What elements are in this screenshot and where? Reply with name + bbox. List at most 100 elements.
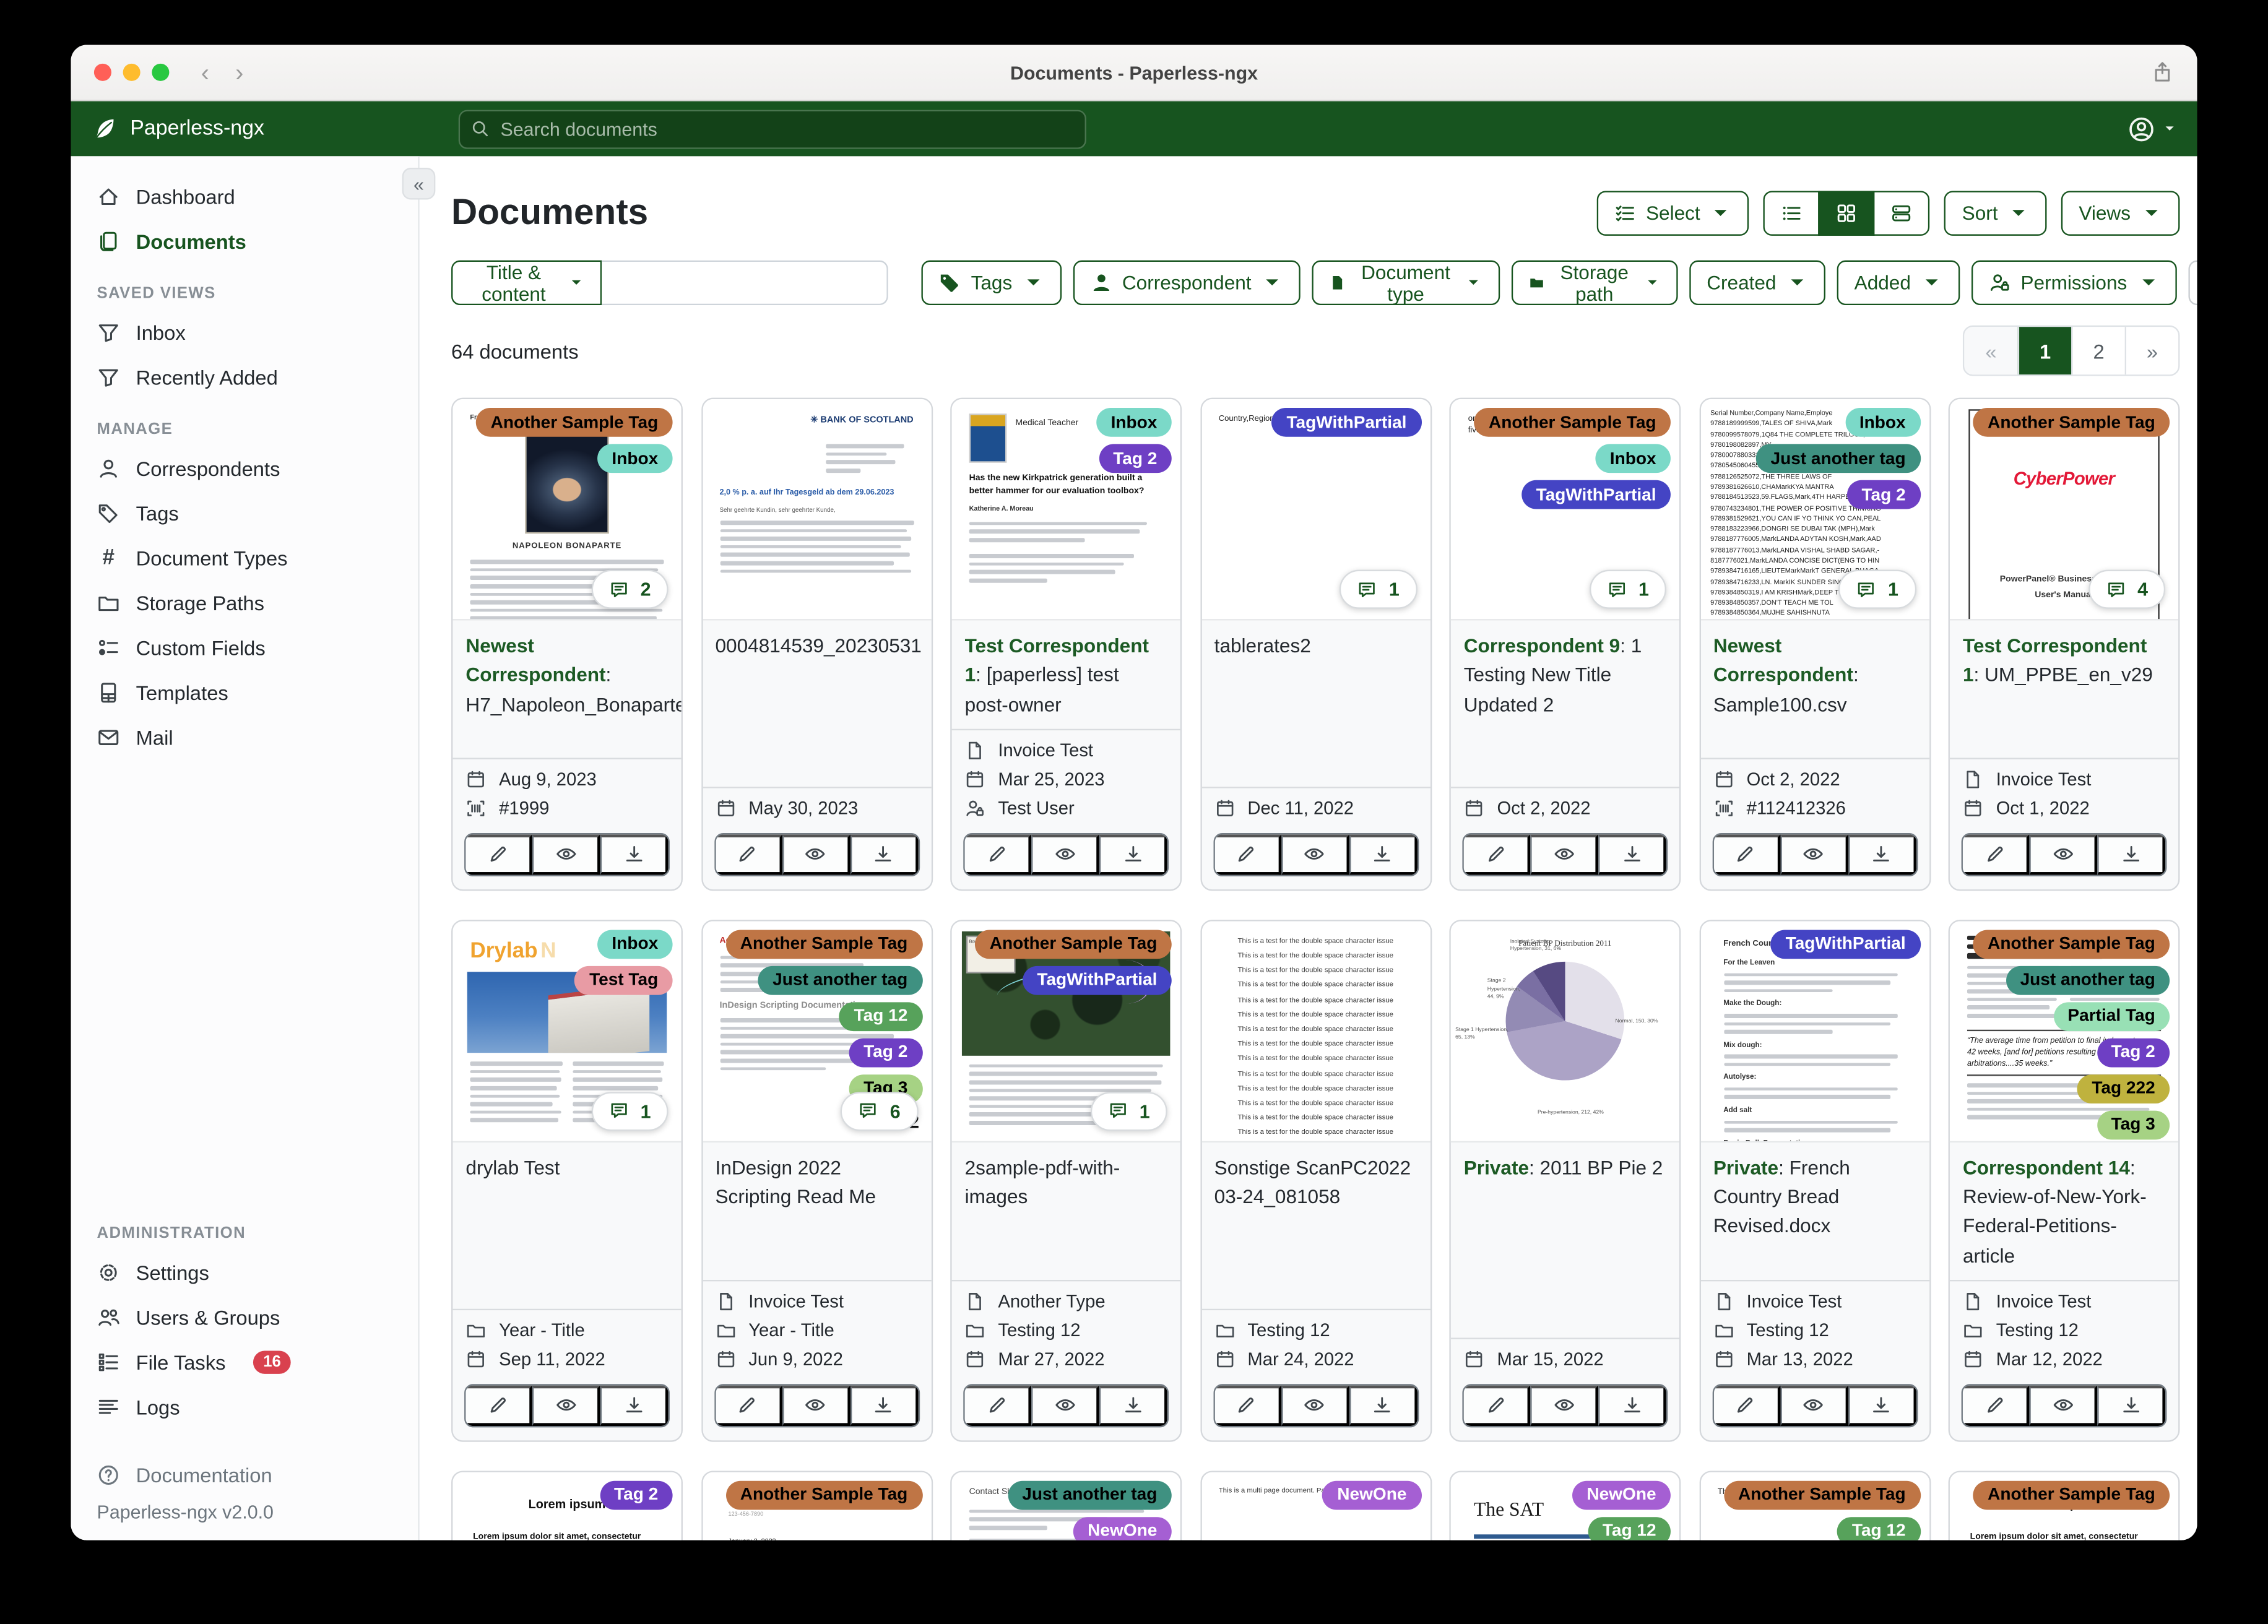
filter-created-button[interactable]: Created — [1689, 260, 1825, 306]
filter-added-button[interactable]: Added — [1837, 260, 1960, 306]
view-document-button[interactable] — [782, 834, 850, 875]
tag-pill[interactable]: Another Sample Tag — [725, 1480, 922, 1510]
document-title[interactable]: drylab Test — [452, 1142, 681, 1308]
download-document-button[interactable] — [849, 1385, 918, 1426]
download-document-button[interactable] — [1848, 1385, 1916, 1426]
tag-pill[interactable]: Tag 2 — [1098, 444, 1172, 473]
pagination-next[interactable]: » — [2124, 327, 2178, 375]
edit-document-button[interactable] — [1214, 1385, 1281, 1426]
sidebar-item-document-types[interactable]: # Document Types — [71, 535, 418, 580]
tag-pill[interactable]: Tag 12 — [1588, 1516, 1671, 1540]
filter-document-type-button[interactable]: Document type — [1312, 260, 1500, 306]
tag-pill[interactable]: Just another tag — [758, 965, 922, 995]
correspondent-name[interactable]: Test Correspondent 1 — [965, 635, 1149, 686]
tag-pill[interactable]: NewOne — [1572, 1480, 1671, 1510]
edit-document-button[interactable] — [964, 1385, 1032, 1426]
download-document-button[interactable] — [1598, 1385, 1666, 1426]
comment-count-badge[interactable]: 6 — [841, 1091, 918, 1131]
edit-document-button[interactable] — [715, 1385, 782, 1426]
view-document-button[interactable] — [532, 834, 600, 875]
browser-back-button[interactable]: ‹ — [201, 60, 209, 85]
brand[interactable]: Paperless-ngx — [91, 116, 264, 142]
document-thumbnail[interactable]: CyberPower PowerPanel® Business Edition Us… — [1949, 399, 2179, 621]
tag-pill[interactable]: NewOne — [1322, 1480, 1421, 1510]
correspondent-name[interactable]: Newest Correspondent — [465, 635, 605, 686]
edit-document-button[interactable] — [465, 1385, 532, 1426]
download-document-button[interactable] — [2097, 1385, 2166, 1426]
tag-pill[interactable]: Just another tag — [1007, 1480, 1172, 1510]
document-title[interactable]: Private: 2011 BP Pie 2 — [1451, 1142, 1679, 1337]
edit-document-button[interactable] — [715, 834, 782, 875]
tag-pill[interactable]: Tag 12 — [839, 1001, 922, 1031]
download-document-button[interactable] — [1099, 1385, 1167, 1426]
tag-pill[interactable]: Another Sample Tag — [476, 407, 673, 437]
tag-pill[interactable]: Tag 12 — [1837, 1516, 1921, 1540]
comment-count-badge[interactable]: 1 — [1090, 1091, 1167, 1131]
document-title[interactable]: Correspondent 14: Review-of-New-York-Fed… — [1950, 1142, 2178, 1279]
filter-storage-path-button[interactable]: Storage path — [1511, 260, 1678, 306]
tag-pill[interactable]: Inbox — [597, 929, 673, 959]
view-document-button[interactable] — [782, 1385, 850, 1426]
correspondent-name[interactable]: Private — [1464, 1157, 1529, 1178]
sidebar-item-custom-fields[interactable]: Custom Fields — [71, 624, 418, 669]
view-document-button[interactable] — [1031, 834, 1099, 875]
document-thumbnail[interactable]: Patient BP Distribution 2011 Isolated Sys… — [1450, 920, 1679, 1142]
sidebar-item-settings[interactable]: Settings — [71, 1250, 418, 1294]
view-document-button[interactable] — [2029, 834, 2098, 875]
comment-count-badge[interactable]: 1 — [1838, 569, 1916, 609]
sidebar-item-documentation[interactable]: Documentation — [71, 1455, 418, 1494]
filter-permissions-button[interactable]: Permissions — [1972, 260, 2176, 306]
download-document-button[interactable] — [1848, 834, 1916, 875]
tag-pill[interactable]: Inbox — [1595, 444, 1671, 473]
edit-document-button[interactable] — [964, 834, 1032, 875]
view-document-button[interactable] — [1780, 1385, 1848, 1426]
sidebar-item-logs[interactable]: Logs — [71, 1384, 418, 1428]
sidebar-collapse-button[interactable]: « — [402, 168, 436, 200]
tag-pill[interactable]: Just another tag — [1756, 444, 1921, 473]
document-thumbnail[interactable]: Boundary Waters TripAnother Sample TagTa… — [951, 920, 1180, 1142]
views-button[interactable]: Views — [2061, 191, 2180, 236]
document-thumbnail[interactable]: This is a multi page document. Page 1. Ne… — [1201, 1472, 1430, 1540]
comment-count-badge[interactable]: 4 — [2088, 569, 2166, 609]
download-document-button[interactable] — [1349, 1385, 1417, 1426]
filter-correspondent-button[interactable]: Correspondent — [1073, 260, 1301, 306]
document-thumbnail[interactable]: one,1.0five,5.0Another Sample TagInboxTa… — [1450, 399, 1679, 621]
close-window-button[interactable] — [93, 63, 111, 81]
reset-filters-button[interactable]: Reset filters — [2188, 260, 2197, 306]
document-thumbnail[interactable]: This is a test for the double space char… — [1201, 920, 1430, 1142]
view-list-button[interactable] — [1764, 191, 1820, 236]
correspondent-name[interactable]: Correspondent 9 — [1464, 635, 1620, 657]
tag-pill[interactable]: Tag 222 — [2077, 1074, 2170, 1104]
pagination-page-2[interactable]: 2 — [2071, 327, 2124, 375]
document-thumbnail[interactable]: The SATPracticeTest #1Make time to take … — [1450, 1472, 1679, 1540]
tag-pill[interactable]: TagWithPartial — [1272, 407, 1421, 437]
document-thumbnail[interactable]: Contact Sheet DemoJust another tagNewOne — [951, 1472, 1180, 1540]
download-document-button[interactable] — [849, 834, 918, 875]
tag-pill[interactable]: Tag 2 — [1847, 480, 1921, 509]
tag-pill[interactable]: Tag 2 — [849, 1038, 922, 1067]
user-menu[interactable] — [2127, 115, 2176, 142]
edit-document-button[interactable] — [1463, 1385, 1531, 1426]
tag-pill[interactable]: Another Sample Tag — [1723, 1480, 1921, 1510]
document-thumbnail[interactable]: Test Name123-456-7890January 2, 2022July… — [702, 1472, 931, 1540]
sidebar-item-storage-paths[interactable]: Storage Paths — [71, 580, 418, 624]
view-document-button[interactable] — [1780, 834, 1848, 875]
text-filter-input[interactable] — [602, 260, 889, 306]
tag-pill[interactable]: Inbox — [597, 444, 673, 473]
tag-pill[interactable]: Tag 3 — [2097, 1110, 2170, 1139]
edit-document-button[interactable] — [1962, 1385, 2030, 1426]
tag-pill[interactable]: Another Sample Tag — [975, 929, 1172, 959]
correspondent-name[interactable]: Private — [1713, 1157, 1778, 1178]
edit-document-button[interactable] — [1713, 1385, 1780, 1426]
tag-pill[interactable]: TagWithPartial — [1771, 929, 1921, 959]
sidebar-item-templates[interactable]: Templates — [71, 670, 418, 714]
edit-document-button[interactable] — [1214, 834, 1281, 875]
share-icon[interactable] — [2151, 61, 2174, 84]
view-document-button[interactable] — [1281, 834, 1349, 875]
download-document-button[interactable] — [600, 834, 669, 875]
document-thumbnail[interactable]: ✳ BANK OF SCOTLAND 2,0 % p. a. auf Ihr Ta… — [702, 399, 931, 621]
tag-pill[interactable]: Another Sample Tag — [1474, 407, 1671, 437]
sort-button[interactable]: Sort — [1944, 191, 2047, 236]
document-thumbnail[interactable]: Serial Number,Company Name,Employe 978818… — [1700, 399, 1929, 621]
document-title[interactable]: 0004814539_20230531 — [702, 620, 930, 786]
